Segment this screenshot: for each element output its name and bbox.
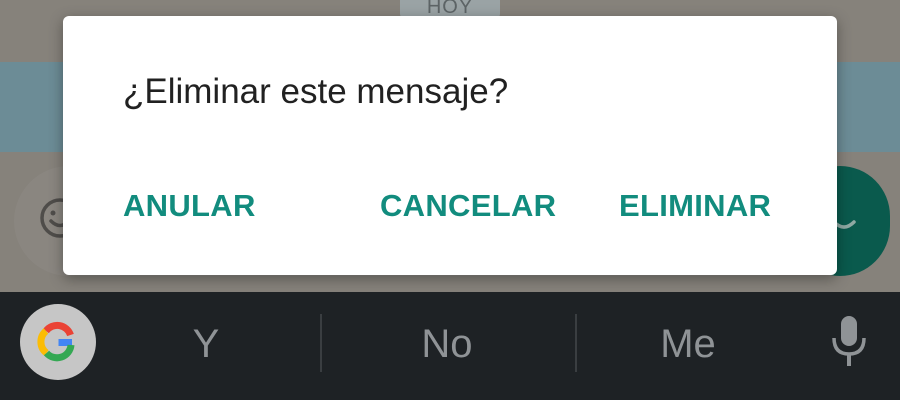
cancel-button[interactable]: CANCELAR <box>380 186 556 226</box>
keyboard-suggestion-strip: Y No Me <box>0 292 900 400</box>
google-button[interactable] <box>20 304 96 380</box>
delete-message-dialog: ¿Eliminar este mensaje? ANULAR CANCELAR … <box>63 16 837 275</box>
google-icon <box>37 321 75 362</box>
anular-button[interactable]: ANULAR <box>123 186 256 226</box>
mic-icon[interactable] <box>828 314 870 370</box>
screen: HOY ¿Eliminar este mensaje? ANULAR CANCE… <box>0 0 900 400</box>
suggestion-3[interactable]: Me <box>628 320 748 368</box>
suggestion-2[interactable]: No <box>387 320 507 368</box>
suggestion-1[interactable]: Y <box>146 320 266 368</box>
suggestion-divider <box>575 314 577 372</box>
suggestion-divider <box>320 314 322 372</box>
delete-button[interactable]: ELIMINAR <box>619 186 771 226</box>
dialog-title: ¿Eliminar este mensaje? <box>123 72 509 111</box>
